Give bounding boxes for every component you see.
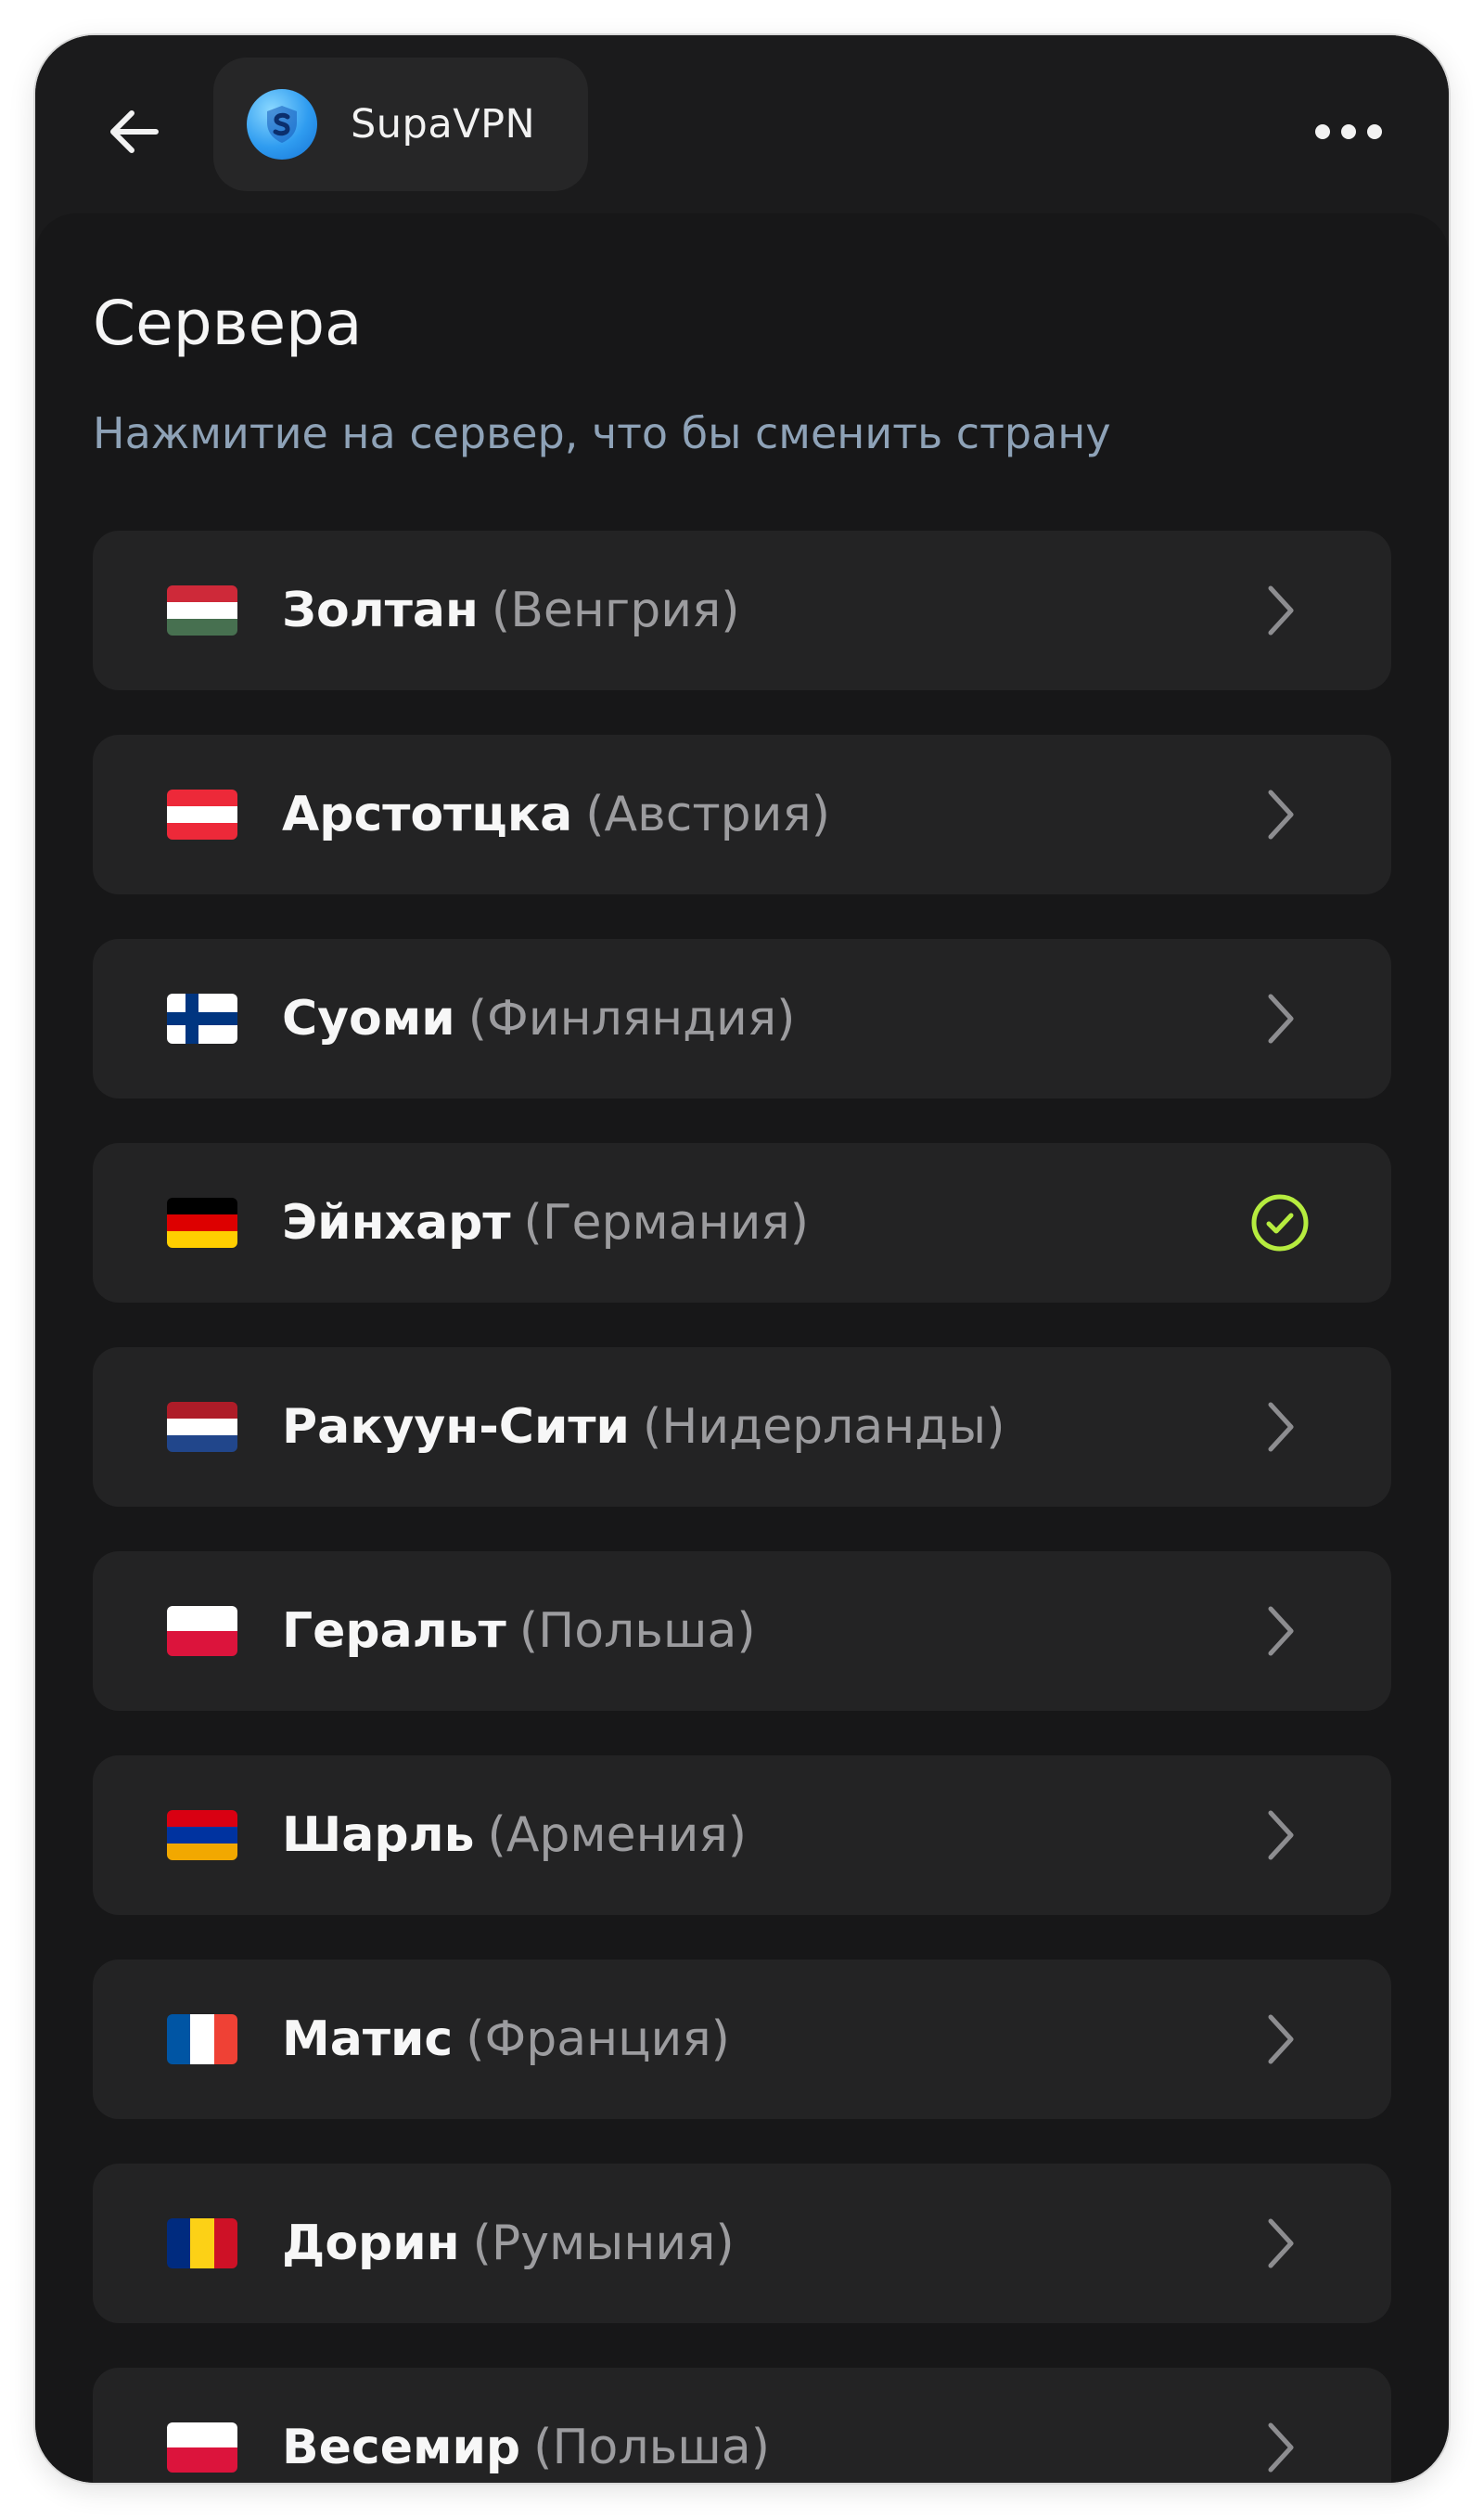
austria-flag-icon: [167, 790, 237, 840]
server-item[interactable]: Весемир (Польша): [93, 2368, 1391, 2483]
page-subtitle: Нажмитие на сервер, что бы сменить стран…: [93, 408, 1111, 458]
server-country: (Румыния): [472, 2216, 735, 2271]
app-window: SupaVPN Сервера Нажмитие на сервер, что …: [35, 35, 1449, 2483]
server-list: Золтан (Венгрия) Арстотцка (Австрия) Суоми (Ф…: [93, 531, 1391, 2483]
content-panel: Сервера Нажмитие на сервер, что бы смени…: [35, 213, 1449, 2483]
chevron-right-icon: [1247, 985, 1313, 1052]
armenia-flag-icon: [167, 1810, 237, 1860]
server-label: Золтан (Венгрия): [282, 583, 740, 638]
server-item[interactable]: Геральт (Польша): [93, 1551, 1391, 1711]
server-name: Весемир: [282, 2420, 521, 2475]
server-item[interactable]: Ракуун-Сити (Нидерланды): [93, 1347, 1391, 1507]
more-dot: [1341, 124, 1356, 139]
server-name: Матис: [282, 2011, 454, 2067]
server-item[interactable]: Золтан (Венгрия): [93, 531, 1391, 690]
server-label: Геральт (Польша): [282, 1603, 756, 1659]
chevron-right-icon: [1247, 2414, 1313, 2481]
server-country: (Польша): [518, 1603, 756, 1659]
server-item[interactable]: Дорин (Румыния): [93, 2164, 1391, 2323]
romania-flag-icon: [167, 2218, 237, 2268]
server-item[interactable]: Матис (Франция): [93, 1959, 1391, 2119]
server-label: Дорин (Румыния): [282, 2216, 735, 2271]
chevron-right-icon: [1247, 1802, 1313, 1869]
more-dot: [1367, 124, 1382, 139]
chevron-right-icon: [1247, 1598, 1313, 1664]
server-country: (Австрия): [585, 787, 830, 842]
server-item[interactable]: Арстотцка (Австрия): [93, 735, 1391, 894]
chevron-right-icon: [1247, 781, 1313, 848]
server-name: Геральт: [282, 1603, 506, 1659]
arrow-left-icon: [110, 110, 159, 153]
app-name: SupaVPN: [351, 101, 536, 148]
server-label: Ракуун-Сити (Нидерланды): [282, 1399, 1005, 1455]
server-name: Дорин: [282, 2216, 460, 2271]
server-name: Арстотцка: [282, 787, 573, 842]
server-label: Суоми (Финляндия): [282, 991, 795, 1047]
server-country: (Франция): [466, 2011, 730, 2067]
server-label: Матис (Франция): [282, 2011, 730, 2067]
france-flag-icon: [167, 2014, 237, 2064]
check-circle-icon: [1247, 1189, 1313, 1256]
server-country: (Финляндия): [467, 991, 796, 1047]
server-country: (Армения): [487, 1807, 747, 1863]
server-name: Золтан: [282, 583, 479, 638]
server-name: Суоми: [282, 991, 455, 1047]
server-country: (Польша): [533, 2420, 770, 2475]
hungary-flag-icon: [167, 585, 237, 636]
server-label: Шарль (Армения): [282, 1807, 747, 1863]
chevron-right-icon: [1247, 2210, 1313, 2277]
page-title: Сервера: [93, 288, 363, 359]
netherlands-flag-icon: [167, 1402, 237, 1452]
shield-logo-icon: [247, 89, 317, 160]
server-country: (Нидерланды): [642, 1399, 1005, 1455]
server-name: Шарль: [282, 1807, 475, 1863]
app-chip[interactable]: SupaVPN: [213, 58, 588, 191]
poland-flag-icon: [167, 2422, 237, 2473]
server-item[interactable]: Эйнхарт (Германия): [93, 1143, 1391, 1303]
back-button[interactable]: [91, 87, 180, 176]
top-bar: SupaVPN: [35, 35, 1449, 213]
server-name: Эйнхарт: [282, 1195, 511, 1251]
chevron-right-icon: [1247, 1394, 1313, 1460]
chevron-right-icon: [1247, 577, 1313, 644]
server-item[interactable]: Шарль (Армения): [93, 1755, 1391, 1915]
server-label: Весемир (Польша): [282, 2420, 770, 2475]
server-country: (Германия): [523, 1195, 809, 1251]
server-country: (Венгрия): [491, 583, 740, 638]
more-horizontal-icon: [1315, 124, 1330, 139]
server-item[interactable]: Суоми (Финляндия): [93, 939, 1391, 1098]
server-label: Арстотцка (Австрия): [282, 787, 830, 842]
chevron-right-icon: [1247, 2006, 1313, 2073]
finland-flag-icon: [167, 994, 237, 1044]
server-name: Ракуун-Сити: [282, 1399, 630, 1455]
more-button[interactable]: [1293, 95, 1404, 169]
germany-flag-icon: [167, 1198, 237, 1248]
server-label: Эйнхарт (Германия): [282, 1195, 809, 1251]
poland-flag-icon: [167, 1606, 237, 1656]
